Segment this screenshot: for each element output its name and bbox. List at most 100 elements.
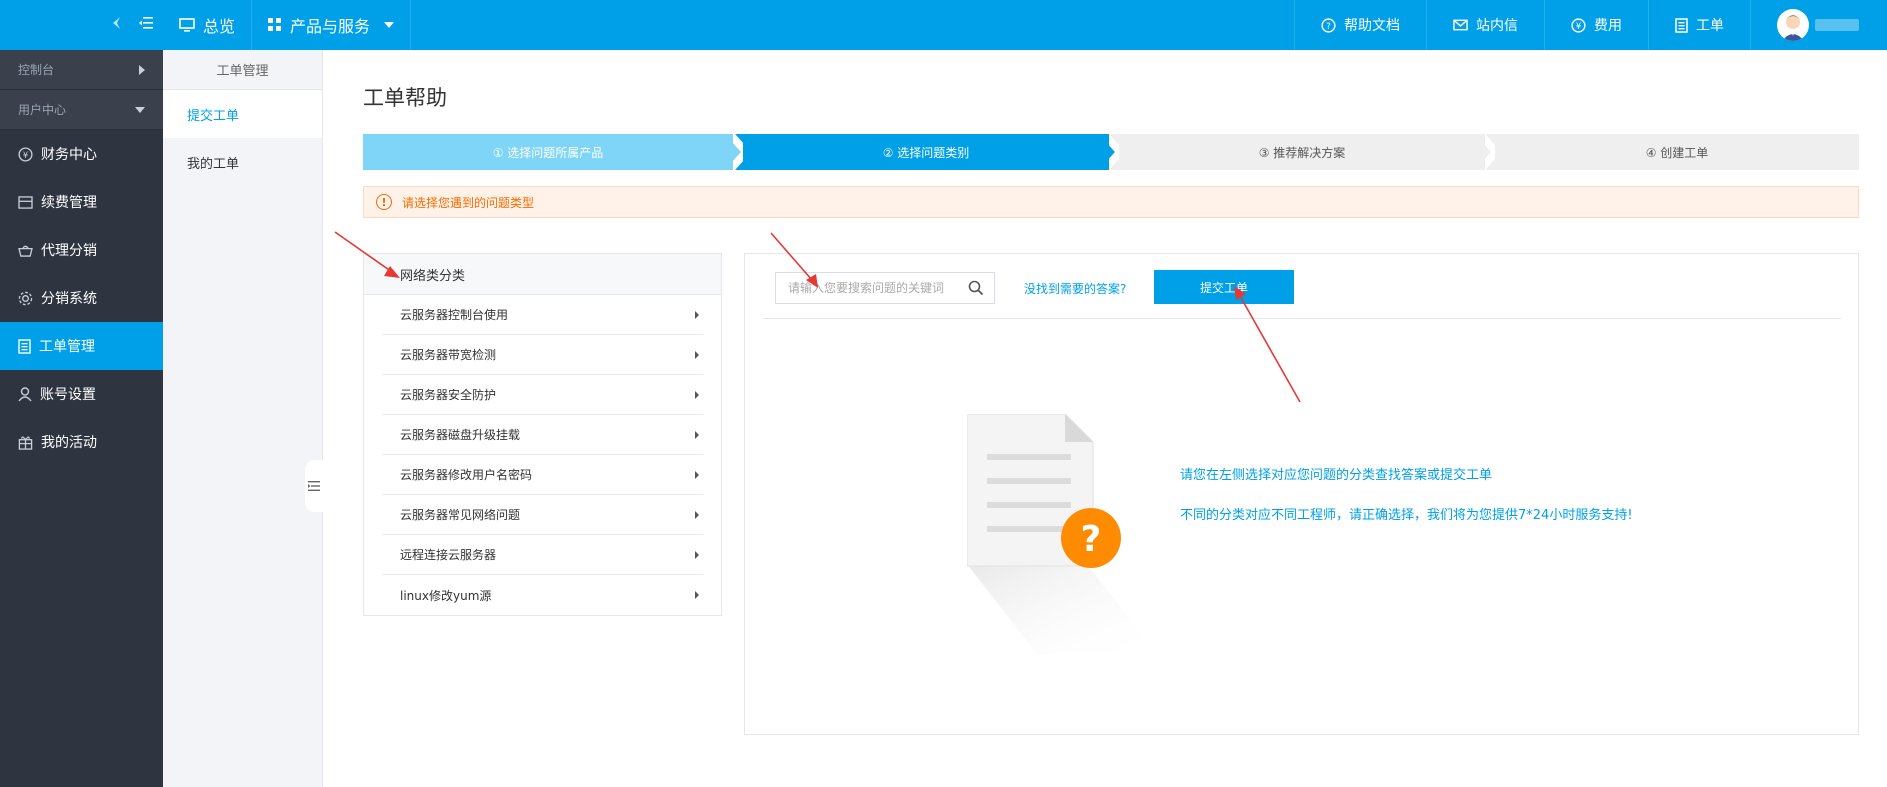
overview-label: 总览 [203,17,236,36]
sidebar-item-agent[interactable]: 代理分销 [0,226,163,274]
step-3: ③ 推荐解决方案 [1119,134,1485,170]
not-found-link[interactable]: 没找到需要的答案? [1024,280,1126,297]
help-circle-icon: ? [1321,17,1336,33]
logo-icon[interactable] [111,16,121,34]
tickets-label: 工单 [1696,18,1724,34]
submit-ticket-button[interactable]: 提交工单 [1154,270,1294,304]
category-item[interactable]: 云服务器常见网络问题 [382,495,703,535]
category-item[interactable]: 云服务器控制台使用 [382,295,703,335]
category-title: 网络类分类 [364,254,721,295]
sidebar-item-label: 账号设置 [40,387,96,403]
sidebar-group-console[interactable]: 控制台 [0,50,163,90]
sidebar-item-label: 续费管理 [41,195,97,211]
category-item[interactable]: 远程连接云服务器 [382,535,703,575]
step-4: ④ 创建工单 [1495,134,1859,170]
category-item[interactable]: 云服务器带宽检测 [382,335,703,375]
monitor-icon [179,17,195,32]
caret-right-icon [695,591,699,599]
document-icon [18,338,31,354]
products-nav[interactable]: 产品与服务 [252,0,412,50]
step-progress: ① 选择问题所属产品 ② 选择问题类别 ③ 推荐解决方案 ④ 创建工单 [363,134,1859,170]
warning-circle-icon: ! [376,194,392,210]
user-menu[interactable] [1750,0,1887,50]
fees-nav[interactable]: ¥ 费用 [1544,0,1648,50]
divider [763,318,1841,319]
subnav-collapse-toggle[interactable] [305,460,323,512]
category-item[interactable]: linux修改yum源 [382,575,703,615]
sidebar-item-ticket-management[interactable]: 工单管理 [0,322,163,370]
sidebar-item-label: 工单管理 [39,339,95,355]
sidebar-item-finance[interactable]: ¥ 财务中心 [0,130,163,178]
caret-right-icon [695,470,699,479]
sidebar-item-account-settings[interactable]: 账号设置 [0,370,163,418]
info-text-line1: 请您在左侧选择对应您问题的分类查找答案或提交工单 [1180,468,1493,483]
caret-right-icon [139,64,145,75]
avatar[interactable] [1777,9,1809,41]
messages-label: 站内信 [1476,18,1518,34]
document-icon [1675,17,1688,33]
svg-text:?: ? [1326,20,1330,30]
empty-state-illustration: ? [966,413,1167,658]
category-item-label: linux修改yum源 [400,588,492,603]
search-box [775,272,995,304]
products-label: 产品与服务 [290,17,371,36]
svg-text:?: ? [1081,519,1102,560]
caret-right-icon [695,310,699,319]
sidebar-item-distribution[interactable]: 分销系统 [0,274,163,322]
yen-circle-icon: ¥ [1571,17,1586,33]
subnav-item-submit-ticket[interactable]: 提交工单 [163,90,322,138]
yen-circle-icon: ¥ [18,146,33,162]
info-text-line2: 不同的分类对应不同工程师，请正确选择，我们将为您提供7*24小时服务支持! [1180,508,1633,523]
sidebar-item-label: 我的活动 [41,435,97,451]
renew-icon [18,195,33,209]
basket-icon [18,245,33,257]
category-item[interactable]: 云服务器安全防护 [382,375,703,415]
alert-banner: ! 请选择您遇到的问题类型 [363,186,1859,218]
step-2: ② 选择问题类别 [743,134,1109,170]
caret-right-icon [695,390,699,399]
logo-area [0,0,163,50]
collapse-list-icon [308,481,320,491]
category-item[interactable]: 云服务器磁盘升级挂载 [382,415,703,455]
messages-nav[interactable]: 站内信 [1426,0,1544,50]
category-panel: 网络类分类 云服务器控制台使用 云服务器带宽检测 云服务器安全防护 云服务器磁盘… [363,253,722,616]
answer-panel: 没找到需要的答案? 提交工单 ? [744,253,1859,735]
caret-right-icon [695,550,699,559]
sidebar-item-label: 分销系统 [41,291,97,307]
tickets-nav[interactable]: 工单 [1648,0,1750,50]
help-docs-nav[interactable]: ? 帮助文档 [1294,0,1426,50]
gear-icon [18,291,33,305]
mail-icon [1453,19,1468,31]
sidebar-item-my-activities[interactable]: 我的活动 [0,418,163,466]
category-item-label: 云服务器安全防护 [400,388,497,402]
sidebar-group-console-label: 控制台 [18,63,55,77]
sidebar: 控制台 用户中心 ¥ 财务中心 续费管理 代理分销 分销系统 工单管理 账号设置… [0,50,163,787]
category-item-label: 云服务器磁盘升级挂载 [400,428,521,442]
category-item-label: 云服务器修改用户名密码 [400,468,533,482]
alert-text: 请选择您遇到的问题类型 [402,195,535,210]
sidebar-group-user-center[interactable]: 用户中心 [0,90,163,130]
sidebar-item-label: 财务中心 [41,147,97,163]
step-1: ① 选择问题所属产品 [363,134,733,170]
category-item-label: 云服务器控制台使用 [400,308,509,322]
main-content: 工单帮助 ① 选择问题所属产品 ② 选择问题类别 ③ 推荐解决方案 ④ 创建工单… [323,50,1887,787]
user-icon [18,386,32,401]
overview-nav[interactable]: 总览 [163,0,253,50]
gift-icon [18,436,33,450]
category-item-label: 远程连接云服务器 [400,548,497,562]
user-avatar-icon [1782,15,1804,41]
category-item[interactable]: 云服务器修改用户名密码 [382,455,703,495]
caret-down-icon [384,22,395,28]
sidebar-item-renewal[interactable]: 续费管理 [0,178,163,226]
subnav-item-my-tickets[interactable]: 我的工单 [163,138,322,186]
svg-text:¥: ¥ [1576,20,1582,30]
category-item-label: 云服务器带宽检测 [400,348,497,362]
search-icon[interactable] [968,280,984,300]
menu-toggle-icon[interactable] [139,17,153,33]
sidebar-item-label: 代理分销 [41,243,97,259]
caret-right-icon [695,350,699,359]
subnav-panel: 工单管理 提交工单 我的工单 [163,50,323,787]
svg-text:¥: ¥ [23,149,29,159]
search-input[interactable] [788,281,958,295]
username-redacted [1815,19,1859,31]
